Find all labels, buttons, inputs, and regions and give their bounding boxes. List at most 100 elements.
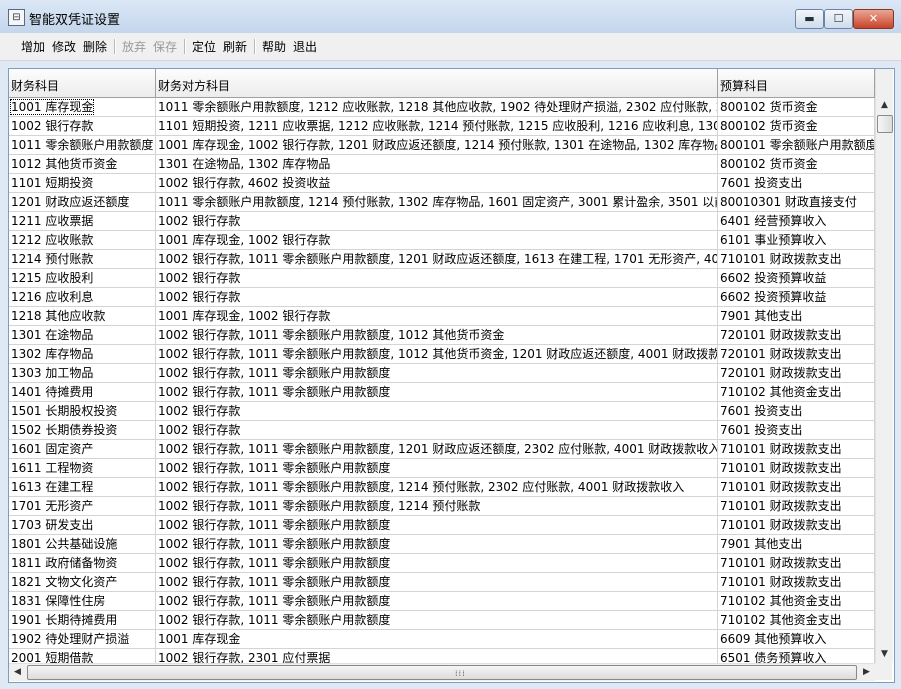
- cell-finance-account[interactable]: 1811 政府储备物资: [9, 554, 156, 572]
- cell-finance-account[interactable]: 1801 公共基础设施: [9, 535, 156, 553]
- cell-budget-account[interactable]: 710102 其他资金支出: [718, 383, 875, 401]
- table-row[interactable]: 1214 预付账款 1002 银行存款, 1011 零余额账户用款额度, 1201…: [9, 250, 875, 269]
- cell-counterpart-accounts[interactable]: 1002 银行存款, 4602 投资收益: [156, 174, 718, 192]
- table-row[interactable]: 1012 其他货币资金 1301 在途物品, 1302 库存物品 800102 货币…: [9, 155, 875, 174]
- table-row[interactable]: 1601 固定资产 1002 银行存款, 1011 零余额账户用款额度, 1201…: [9, 440, 875, 459]
- table-row[interactable]: 1212 应收账款 1001 库存现金, 1002 银行存款 6101 事业预算收入: [9, 231, 875, 250]
- cell-finance-account[interactable]: 1214 预付账款: [9, 250, 156, 268]
- close-button[interactable]: ✕: [853, 9, 894, 29]
- cell-budget-account[interactable]: 720101 财政拨款支出: [718, 364, 875, 382]
- cell-counterpart-accounts[interactable]: 1011 零余额账户用款额度, 1212 应收账款, 1218 其他应收款, 1…: [156, 98, 718, 116]
- cell-counterpart-accounts[interactable]: 1002 银行存款, 1011 零余额账户用款额度: [156, 516, 718, 534]
- cell-counterpart-accounts[interactable]: 1001 库存现金, 1002 银行存款: [156, 231, 718, 249]
- cell-counterpart-accounts[interactable]: 1002 银行存款, 1011 零余额账户用款额度, 1012 其他货币资金: [156, 326, 718, 344]
- cell-finance-account[interactable]: 1501 长期股权投资: [9, 402, 156, 420]
- table-row[interactable]: 1811 政府储备物资 1002 银行存款, 1011 零余额账户用款额度 7101…: [9, 554, 875, 573]
- table-row[interactable]: 1401 待摊费用 1002 银行存款, 1011 零余额账户用款额度 710102…: [9, 383, 875, 402]
- table-row[interactable]: 1613 在建工程 1002 银行存款, 1011 零余额账户用款额度, 1214…: [9, 478, 875, 497]
- cell-finance-account[interactable]: 1201 财政应返还额度: [9, 193, 156, 211]
- menu-add[interactable]: 增加: [21, 38, 45, 55]
- table-row[interactable]: 1501 长期股权投资 1002 银行存款 7601 投资支出: [9, 402, 875, 421]
- cell-counterpart-accounts[interactable]: 1002 银行存款, 1011 零余额账户用款额度, 1214 预付账款, 23…: [156, 478, 718, 496]
- column-header-counterpart-account[interactable]: 财务对方科目: [156, 69, 718, 97]
- table-row[interactable]: 1215 应收股利 1002 银行存款 6602 投资预算收益: [9, 269, 875, 288]
- cell-finance-account[interactable]: 1401 待摊费用: [9, 383, 156, 401]
- cell-finance-account[interactable]: 1613 在建工程: [9, 478, 156, 496]
- cell-finance-account[interactable]: 2001 短期借款: [9, 649, 156, 664]
- voucher-grid[interactable]: 财务科目 财务对方科目 预算科目 1001 库存现金 1011 零余额账户用款额度…: [8, 68, 895, 683]
- cell-budget-account[interactable]: 710101 财政拨款支出: [718, 478, 875, 496]
- cell-counterpart-accounts[interactable]: 1002 银行存款, 1011 零余额账户用款额度, 1214 预付账款: [156, 497, 718, 515]
- cell-counterpart-accounts[interactable]: 1002 银行存款, 1011 零余额账户用款额度: [156, 611, 718, 629]
- cell-budget-account[interactable]: 6501 债务预算收入: [718, 649, 875, 664]
- cell-budget-account[interactable]: 710101 财政拨款支出: [718, 516, 875, 534]
- cell-finance-account[interactable]: 1212 应收账款: [9, 231, 156, 249]
- cell-budget-account[interactable]: 6609 其他预算收入: [718, 630, 875, 648]
- cell-budget-account[interactable]: 710101 财政拨款支出: [718, 554, 875, 572]
- cell-finance-account[interactable]: 1301 在途物品: [9, 326, 156, 344]
- cell-budget-account[interactable]: 6602 投资预算收益: [718, 288, 875, 306]
- cell-budget-account[interactable]: 710101 财政拨款支出: [718, 573, 875, 591]
- horizontal-scroll-thumb[interactable]: ⁞⁞⁞: [27, 665, 857, 680]
- cell-counterpart-accounts[interactable]: 1002 银行存款, 1011 零余额账户用款额度: [156, 364, 718, 382]
- cell-budget-account[interactable]: 7901 其他支出: [718, 535, 875, 553]
- cell-counterpart-accounts[interactable]: 1002 银行存款: [156, 421, 718, 439]
- scroll-right-arrow-icon[interactable]: ▶: [858, 664, 875, 681]
- cell-finance-account[interactable]: 1901 长期待摊费用: [9, 611, 156, 629]
- cell-finance-account[interactable]: 1001 库存现金: [9, 98, 156, 116]
- cell-budget-account[interactable]: 710102 其他资金支出: [718, 611, 875, 629]
- cell-counterpart-accounts[interactable]: 1002 银行存款, 1011 零余额账户用款额度: [156, 383, 718, 401]
- table-row[interactable]: 1502 长期债券投资 1002 银行存款 7601 投资支出: [9, 421, 875, 440]
- cell-finance-account[interactable]: 1216 应收利息: [9, 288, 156, 306]
- cell-budget-account[interactable]: 7901 其他支出: [718, 307, 875, 325]
- menu-exit[interactable]: 退出: [293, 38, 317, 55]
- cell-finance-account[interactable]: 1303 加工物品: [9, 364, 156, 382]
- table-row[interactable]: 1902 待处理财产损溢 1001 库存现金 6609 其他预算收入: [9, 630, 875, 649]
- cell-budget-account[interactable]: 710102 其他资金支出: [718, 592, 875, 610]
- table-row[interactable]: 1611 工程物资 1002 银行存款, 1011 零余额账户用款额度 710101…: [9, 459, 875, 478]
- vertical-scrollbar[interactable]: ▲ ▼: [875, 69, 893, 663]
- table-row[interactable]: 1201 财政应返还额度 1011 零余额账户用款额度, 1214 预付账款, 1…: [9, 193, 875, 212]
- scroll-up-arrow-icon[interactable]: ▲: [876, 97, 893, 114]
- cell-finance-account[interactable]: 1011 零余额账户用款额度: [9, 136, 156, 154]
- vertical-scroll-thumb[interactable]: [877, 115, 893, 133]
- horizontal-scrollbar[interactable]: ◀ ⁞⁞⁞ ▶: [9, 663, 875, 681]
- cell-counterpart-accounts[interactable]: 1002 银行存款, 1011 零余额账户用款额度, 1201 财政应返还额度,…: [156, 250, 718, 268]
- cell-counterpart-accounts[interactable]: 1002 银行存款: [156, 269, 718, 287]
- cell-budget-account[interactable]: 7601 投资支出: [718, 402, 875, 420]
- menu-delete[interactable]: 删除: [83, 38, 107, 55]
- table-row[interactable]: 1218 其他应收款 1001 库存现金, 1002 银行存款 7901 其他支出: [9, 307, 875, 326]
- cell-finance-account[interactable]: 1218 其他应收款: [9, 307, 156, 325]
- cell-counterpart-accounts[interactable]: 1002 银行存款, 1011 零余额账户用款额度: [156, 554, 718, 572]
- cell-counterpart-accounts[interactable]: 1002 银行存款: [156, 288, 718, 306]
- table-row[interactable]: 1701 无形资产 1002 银行存款, 1011 零余额账户用款额度, 1214…: [9, 497, 875, 516]
- cell-budget-account[interactable]: 6401 经营预算收入: [718, 212, 875, 230]
- menu-save[interactable]: 保存: [153, 38, 177, 55]
- table-row[interactable]: 1002 银行存款 1101 短期投资, 1211 应收票据, 1212 应收账款…: [9, 117, 875, 136]
- table-row[interactable]: 1216 应收利息 1002 银行存款 6602 投资预算收益: [9, 288, 875, 307]
- table-row[interactable]: 1101 短期投资 1002 银行存款, 4602 投资收益 7601 投资支出: [9, 174, 875, 193]
- cell-budget-account[interactable]: 800102 货币资金: [718, 98, 875, 116]
- cell-budget-account[interactable]: 800102 货币资金: [718, 117, 875, 135]
- cell-budget-account[interactable]: 720101 财政拨款支出: [718, 326, 875, 344]
- column-header-budget-account[interactable]: 预算科目: [718, 69, 875, 97]
- cell-counterpart-accounts[interactable]: 1002 银行存款, 1011 零余额账户用款额度: [156, 573, 718, 591]
- table-row[interactable]: 1901 长期待摊费用 1002 银行存款, 1011 零余额账户用款额度 7101…: [9, 611, 875, 630]
- cell-counterpart-accounts[interactable]: 1002 银行存款, 1011 零余额账户用款额度: [156, 592, 718, 610]
- table-row[interactable]: 1303 加工物品 1002 银行存款, 1011 零余额账户用款额度 720101…: [9, 364, 875, 383]
- table-row[interactable]: 1831 保障性住房 1002 银行存款, 1011 零余额账户用款额度 71010…: [9, 592, 875, 611]
- table-row[interactable]: 1302 库存物品 1002 银行存款, 1011 零余额账户用款额度, 1012…: [9, 345, 875, 364]
- cell-finance-account[interactable]: 1012 其他货币资金: [9, 155, 156, 173]
- table-row[interactable]: 1211 应收票据 1002 银行存款 6401 经营预算收入: [9, 212, 875, 231]
- cell-finance-account[interactable]: 1902 待处理财产损溢: [9, 630, 156, 648]
- cell-counterpart-accounts[interactable]: 1011 零余额账户用款额度, 1214 预付账款, 1302 库存物品, 16…: [156, 193, 718, 211]
- menu-cancel[interactable]: 放弃: [122, 38, 146, 55]
- table-row[interactable]: 2001 短期借款 1002 银行存款, 2301 应付票据 6501 债务预算收入: [9, 649, 875, 664]
- cell-counterpart-accounts[interactable]: 1002 银行存款: [156, 212, 718, 230]
- cell-budget-account[interactable]: 710101 财政拨款支出: [718, 440, 875, 458]
- cell-budget-account[interactable]: 80010301 财政直接支付: [718, 193, 875, 211]
- table-row[interactable]: 1001 库存现金 1011 零余额账户用款额度, 1212 应收账款, 1218…: [9, 98, 875, 117]
- cell-counterpart-accounts[interactable]: 1002 银行存款, 2301 应付票据: [156, 649, 718, 664]
- menu-edit[interactable]: 修改: [52, 38, 76, 55]
- cell-budget-account[interactable]: 6602 投资预算收益: [718, 269, 875, 287]
